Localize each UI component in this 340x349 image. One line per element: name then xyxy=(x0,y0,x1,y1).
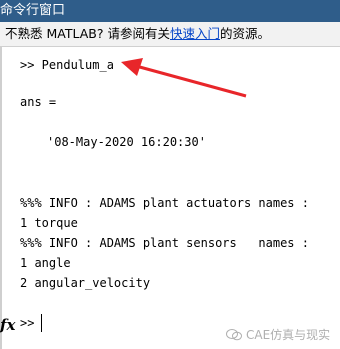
wechat-icon xyxy=(226,328,242,341)
watermark-text: CAE仿真与现实 xyxy=(246,328,331,342)
red-arrow-icon xyxy=(121,58,247,98)
watermark: CAE仿真与现实 xyxy=(226,326,330,343)
